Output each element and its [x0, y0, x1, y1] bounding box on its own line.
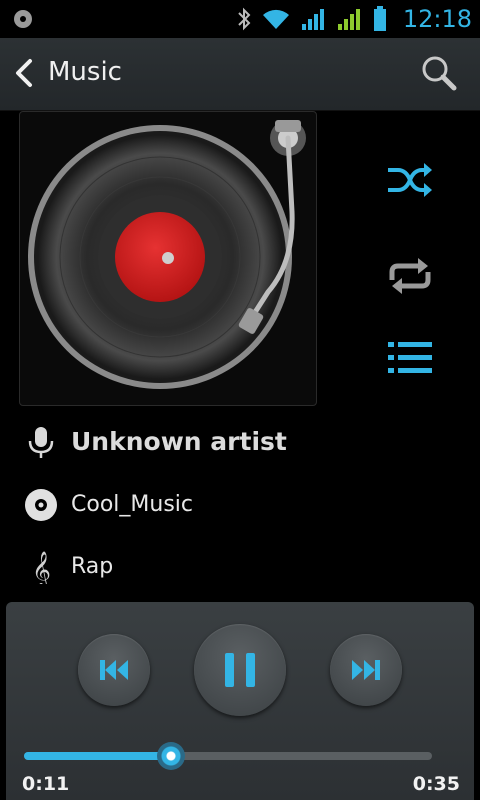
current-time: 0:11 [22, 773, 70, 795]
previous-button[interactable] [78, 634, 150, 706]
genre-name: Rap [71, 554, 114, 579]
playback-panel: 0:11 0:35 [6, 602, 474, 800]
genre-row: 𝄞 Rap [0, 542, 480, 592]
status-time: 12:18 [402, 5, 472, 33]
skip-previous-icon [100, 660, 128, 680]
next-button[interactable] [330, 634, 402, 706]
pause-icon [225, 653, 255, 687]
seek-bar[interactable] [24, 742, 432, 770]
bluetooth-icon [238, 7, 251, 31]
status-icons: 12:18 [237, 4, 472, 34]
turntable-illustration [28, 120, 306, 389]
search-icon[interactable] [420, 54, 458, 92]
page-title: Music [48, 57, 122, 87]
signal-icon [301, 9, 324, 30]
skip-next-icon [352, 660, 380, 680]
microphone-icon [28, 427, 54, 458]
svg-text:𝄞: 𝄞 [32, 550, 51, 584]
signal-icon [337, 9, 360, 30]
total-time: 0:35 [412, 773, 460, 795]
artist-row: Unknown artist [0, 417, 480, 467]
playlist-icon[interactable] [386, 338, 434, 378]
wifi-icon [262, 9, 289, 29]
status-bar: 12:18 [0, 0, 480, 38]
album-art-turntable [19, 111, 317, 406]
chevron-left-icon[interactable] [12, 58, 36, 88]
pause-button[interactable] [194, 624, 286, 716]
treble-clef-icon: 𝄞 [32, 550, 51, 584]
artist-name: Unknown artist [71, 427, 287, 456]
battery-icon [373, 6, 386, 31]
disc-icon [25, 489, 57, 521]
seek-bar-progress [24, 752, 171, 760]
notification-icon [14, 10, 32, 28]
album-row: Cool_Music [0, 480, 480, 530]
shuffle-icon[interactable] [386, 160, 434, 200]
repeat-icon[interactable] [386, 256, 434, 296]
album-name: Cool_Music [71, 492, 193, 517]
seek-bar-thumb[interactable] [156, 742, 185, 770]
action-bar: Music [0, 38, 480, 111]
